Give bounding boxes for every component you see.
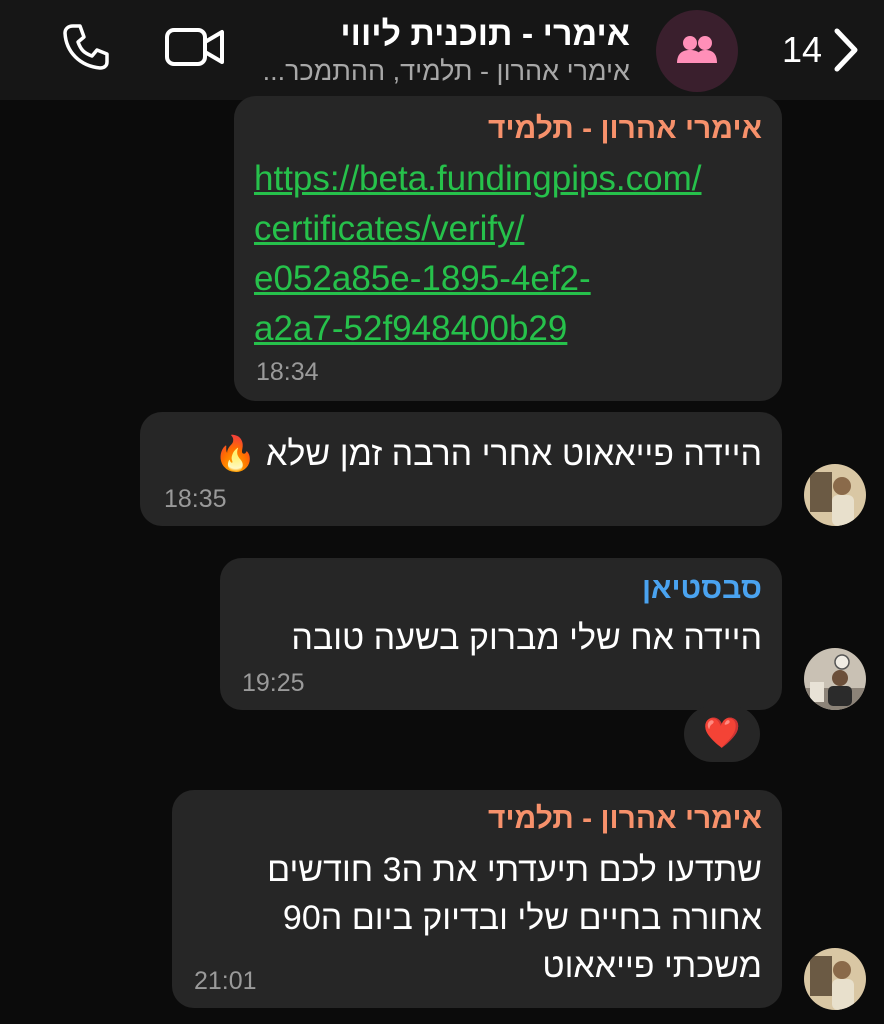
message-line: משכתי פייאאוט bbox=[542, 947, 762, 985]
avatar[interactable] bbox=[804, 948, 866, 1010]
sender-name: אימרי אהרון - תלמיד bbox=[488, 112, 762, 145]
group-subtitle: אימרי אהרון - תלמיד, ההתמכר... bbox=[262, 56, 630, 86]
message-time: 21:01 bbox=[194, 967, 257, 995]
message-link[interactable]: https://beta.fundingpips.com/ certificat… bbox=[254, 154, 762, 354]
message-reaction[interactable]: ❤️ bbox=[684, 706, 760, 762]
sender-name: אימרי אהרון - תלמיד bbox=[488, 802, 762, 835]
link-line: a2a7-52f948400b29 bbox=[254, 309, 568, 348]
video-camera-icon bbox=[164, 25, 226, 74]
voice-call-button[interactable] bbox=[60, 22, 112, 76]
message-bubble[interactable]: אימרי אהרון - תלמיד שתדעו לכם תיעדתי את … bbox=[172, 790, 782, 1008]
sender-name: סבסטיאן bbox=[641, 572, 762, 605]
chat-header: 14 אימרי - תוכנית ליווי אימרי אהרון - תל… bbox=[0, 0, 884, 100]
message-time: 19:25 bbox=[242, 669, 305, 697]
link-line: e052a85e-1895-4ef2- bbox=[254, 259, 591, 298]
phone-icon bbox=[61, 22, 111, 77]
avatar[interactable] bbox=[804, 648, 866, 710]
header-title-block[interactable]: אימרי - תוכנית ליווי אימרי אהרון - תלמיד… bbox=[230, 14, 630, 88]
chevron-right-icon bbox=[832, 27, 860, 73]
message-time: 18:34 bbox=[256, 358, 319, 386]
link-line: certificates/verify/ bbox=[254, 209, 525, 248]
message-time: 18:35 bbox=[164, 485, 227, 513]
video-call-button[interactable] bbox=[162, 24, 228, 74]
message-text: היידה אח שלי מברוק בשעה טובה bbox=[291, 619, 762, 657]
link-line: https://beta.fundingpips.com/ bbox=[254, 159, 702, 198]
message-line: אחורה בחיים שלי ובדיוק ביום ה90 bbox=[282, 899, 762, 937]
message-bubble[interactable]: סבסטיאן היידה אח שלי מברוק בשעה טובה 19:… bbox=[220, 558, 782, 710]
group-avatar[interactable] bbox=[656, 10, 738, 92]
message-bubble[interactable]: היידה פייאאוט אחרי הרבה זמן שלא 🔥 18:35 bbox=[140, 412, 782, 526]
group-icon bbox=[675, 34, 719, 69]
message-line: שתדעו לכם תיעדתי את ה3 חודשים bbox=[267, 851, 762, 889]
heart-icon: ❤️ bbox=[703, 717, 741, 750]
message-text: שתדעו לכם תיעדתי את ה3 חודשים אחורה בחיי… bbox=[192, 846, 762, 990]
avatar[interactable] bbox=[804, 464, 866, 526]
message-list[interactable]: אימרי אהרון - תלמיד https://beta.funding… bbox=[0, 96, 884, 1024]
message-bubble[interactable]: אימרי אהרון - תלמיד https://beta.funding… bbox=[234, 96, 782, 401]
group-title: אימרי - תוכנית ליווי bbox=[340, 15, 630, 53]
back-button[interactable]: 14 bbox=[776, 18, 866, 82]
message-text: היידה פייאאוט אחרי הרבה זמן שלא 🔥 bbox=[214, 435, 762, 473]
unread-count: 14 bbox=[781, 29, 823, 70]
